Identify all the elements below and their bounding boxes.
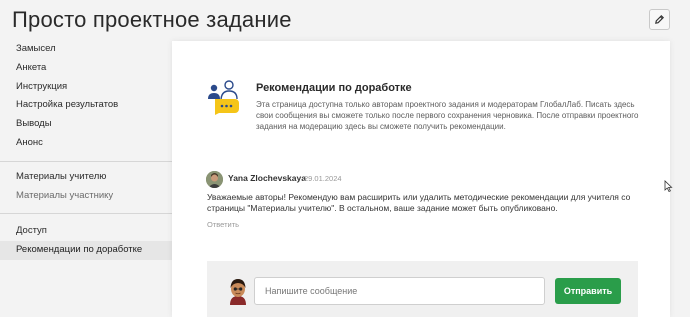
message-input[interactable] [254,277,545,305]
edit-button[interactable] [649,9,670,30]
comment-author[interactable]: Yana Zlochevskaya [228,173,306,183]
sidebar-item-access[interactable]: Доступ [0,222,172,241]
sidebar-item-participant-materials[interactable]: Материалы участнику [0,187,172,206]
cursor-icon [664,180,673,192]
sidebar-item-instruktsiya[interactable]: Инструкция [0,78,172,97]
comment-date: 29.01.2024 [304,174,342,183]
comment-text: Уважаемые авторы! Рекомендую вам расшири… [207,192,631,213]
notice-title: Рекомендации по доработке [256,82,412,94]
pencil-icon [655,14,665,24]
notice-text: Эта страница доступна только авторам про… [256,100,639,131]
sidebar-item-zamysel[interactable]: Замысел [0,40,172,59]
sidebar-item-recommendations[interactable]: Рекомендации по доработке [0,241,172,260]
page-title: Просто проектное задание [12,7,292,32]
sidebar-item-teacher-materials[interactable]: Материалы учителю [0,168,172,187]
comment-author-avatar [206,171,223,188]
sidebar-item-vyvody[interactable]: Выводы [0,115,172,134]
send-button[interactable]: Отправить [555,278,621,304]
reply-box: Отправить [207,261,638,317]
sidebar: Замысел Анкета Инструкция Настройка резу… [0,40,172,260]
sidebar-item-results-settings[interactable]: Настройка результатов [0,96,172,115]
reply-link[interactable]: Ответить [207,220,239,229]
sidebar-item-anketa[interactable]: Анкета [0,59,172,78]
recommendations-card: Рекомендации по доработке Эта страница д… [172,41,670,317]
user-avatar [230,279,246,305]
sidebar-item-anons[interactable]: Анонс [0,134,172,153]
chat-people-icon [208,80,239,115]
